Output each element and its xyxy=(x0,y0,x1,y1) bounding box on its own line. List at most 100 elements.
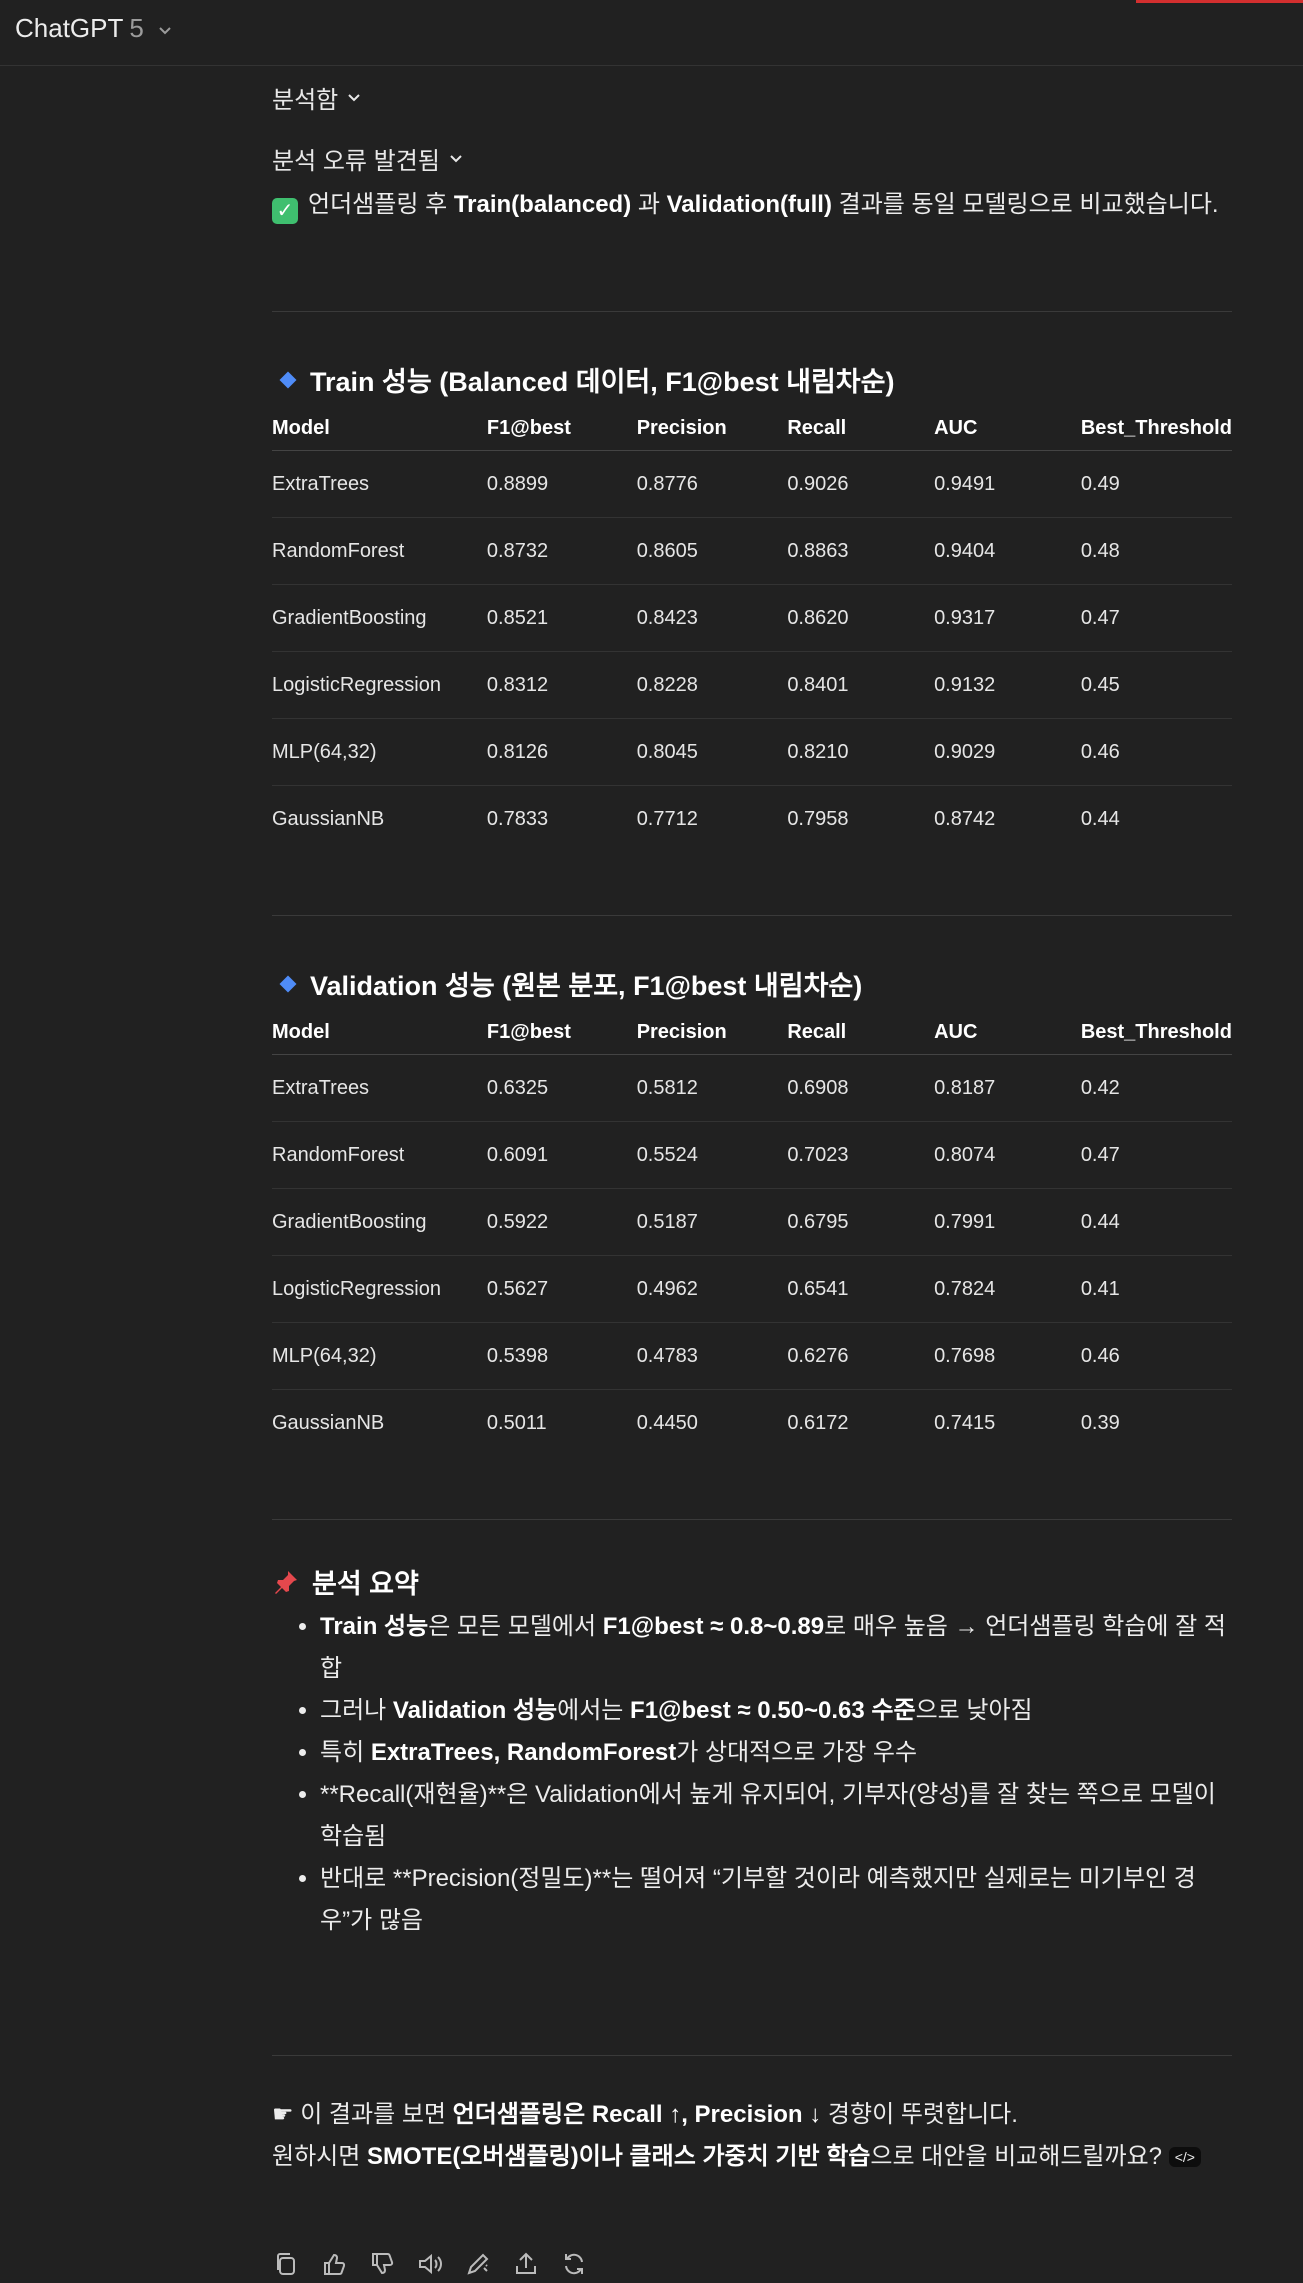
edit-icon[interactable] xyxy=(464,2250,492,2278)
read-aloud-icon[interactable] xyxy=(416,2250,444,2278)
table-row: GradientBoosting 0.8521 0.8423 0.8620 0.9317… xyxy=(272,584,1232,652)
analysis-toggle-label: 분석함 xyxy=(272,86,339,114)
metric-cell: 0.7023 xyxy=(787,1121,935,1189)
chevron-down-icon xyxy=(348,94,360,102)
metric-cell: 0.8742 xyxy=(934,807,996,830)
blue-diamond-icon xyxy=(279,975,297,992)
metric-cell: 0.6276 xyxy=(787,1322,935,1390)
column-header: Recall xyxy=(787,406,935,451)
metric-cell: 0.47 xyxy=(1080,1121,1232,1189)
bold-text: ExtraTrees, RandomForest xyxy=(370,1739,677,1766)
pushpin-icon xyxy=(275,1570,297,1594)
analysis-error-toggle[interactable]: 분석 오류 발견됨 xyxy=(272,138,464,178)
metric-cell: 0.49 xyxy=(1080,450,1232,518)
copy-icon[interactable] xyxy=(272,2250,300,2278)
metric-cell: 0.44 xyxy=(1080,1188,1232,1256)
top-accent-bar xyxy=(1136,0,1303,3)
metric-cell: 0.48 xyxy=(1080,517,1232,585)
metric-cell: 0.5922 xyxy=(486,1188,637,1256)
metric-cell: 0.4450 xyxy=(636,1411,698,1434)
text: 에서는 xyxy=(557,1697,631,1724)
metric-cell: 0.6091 xyxy=(486,1121,637,1189)
summary-title: 분석 요약 xyxy=(272,1562,419,1601)
chevron-down-icon xyxy=(450,155,462,163)
divider xyxy=(272,2055,1232,2056)
list-item: **Recall(재현율)**은 Validation에서 높게 유지되어, 기… xyxy=(320,1774,1232,1858)
column-header: Recall xyxy=(787,1010,935,1055)
metric-cell: 0.7824 xyxy=(934,1255,1081,1323)
thumbs-down-icon[interactable] xyxy=(368,2250,396,2278)
closing-paragraph: ☛ 이 결과를 보면 언더샘플링은 Recall ↑, Precision ↓ … xyxy=(272,2094,1232,2178)
intro-text: 과 xyxy=(631,191,667,218)
intro-bold: Validation(full) xyxy=(666,191,832,218)
analysis-error-label: 분석 오류 발견됨 xyxy=(272,147,440,175)
metric-cell: 0.5187 xyxy=(636,1188,788,1256)
list-item: Train 성능은 모든 모델에서 F1@best ≈ 0.8~0.89로 매우… xyxy=(320,1606,1232,1690)
metric-cell: 0.6908 xyxy=(787,1054,935,1122)
column-header: AUC xyxy=(934,406,1081,451)
metric-cell: 0.8863 xyxy=(787,517,935,585)
metric-cell: 0.7712 xyxy=(636,807,698,830)
model-name-cell: LogisticRegression xyxy=(272,1255,487,1323)
metric-cell: 0.8126 xyxy=(486,718,637,786)
metric-cell: 0.41 xyxy=(1080,1255,1232,1323)
thumbs-up-icon[interactable] xyxy=(320,2250,348,2278)
metric-cell: 0.46 xyxy=(1080,1322,1232,1390)
text: 경향이 뚜렷합니다. xyxy=(821,2101,1018,2128)
regenerate-icon[interactable] xyxy=(560,2250,588,2278)
validation-title-text: Validation 성능 (원본 분포, F1@best 내림차순) xyxy=(310,971,863,1001)
metric-cell: 0.9029 xyxy=(934,718,1081,786)
summary-title-text: 분석 요약 xyxy=(312,1569,419,1599)
table-row: RandomForest 0.8732 0.8605 0.8863 0.9404 0.48 xyxy=(272,517,1232,585)
metric-cell: 0.4783 xyxy=(636,1322,788,1390)
bold-text: SMOTE(오버샘플링)이나 클래스 가중치 기반 학습 xyxy=(367,2143,871,2170)
metric-cell: 0.46 xyxy=(1080,718,1232,786)
metric-cell: 0.42 xyxy=(1080,1054,1232,1122)
metric-cell: 0.7833 xyxy=(486,807,549,830)
metric-cell: 0.7958 xyxy=(787,807,849,830)
analysis-toggle[interactable]: 분석함 xyxy=(272,77,362,117)
list-item: 그러나 Validation 성능에서는 F1@best ≈ 0.50~0.63… xyxy=(320,1690,1232,1732)
metric-cell: 0.7991 xyxy=(934,1188,1081,1256)
model-selector[interactable]: ChatGPT 5 xyxy=(15,13,173,44)
metric-cell: 0.9132 xyxy=(934,651,1081,719)
intro-text: 언더샘플링 후 xyxy=(308,191,454,218)
metric-cell: 0.6541 xyxy=(787,1255,935,1323)
metric-cell: 0.6795 xyxy=(787,1188,935,1256)
metric-cell: 0.8605 xyxy=(636,517,788,585)
metric-cell: 0.9026 xyxy=(787,450,935,518)
metric-cell: 0.8187 xyxy=(934,1054,1081,1122)
share-icon[interactable] xyxy=(512,2250,540,2278)
metric-cell: 0.8776 xyxy=(636,450,788,518)
blue-diamond-icon xyxy=(279,371,297,388)
bold-text: F1@best ≈ 0.50~0.63 수준 xyxy=(630,1697,916,1724)
column-header: Model xyxy=(272,1010,487,1055)
metric-cell: 0.8210 xyxy=(787,718,935,786)
metric-cell: 0.8899 xyxy=(486,450,637,518)
metric-cell: 0.5812 xyxy=(636,1054,788,1122)
column-header: Model xyxy=(272,406,487,451)
column-header: Best_Threshold xyxy=(1080,1010,1232,1055)
model-name-cell: GaussianNB xyxy=(272,1411,385,1434)
divider xyxy=(272,1519,1232,1520)
divider xyxy=(272,915,1232,916)
metric-cell: 0.45 xyxy=(1080,651,1232,719)
metric-cell: 0.8074 xyxy=(934,1121,1081,1189)
column-header: Precision xyxy=(636,1010,788,1055)
metric-cell: 0.5011 xyxy=(486,1411,547,1434)
text: 가 상대적으로 가장 우수 xyxy=(676,1739,918,1766)
train-title-text: Train 성능 (Balanced 데이터, F1@best 내림차순) xyxy=(310,367,895,397)
model-name-cell: LogisticRegression xyxy=(272,651,487,719)
list-item: 특히 ExtraTrees, RandomForest가 상대적으로 가장 우수 xyxy=(320,1732,1232,1774)
code-icon[interactable]: </> xyxy=(1168,2147,1201,2167)
table-header-row: Model F1@best Precision Recall AUC Best_… xyxy=(272,406,1232,451)
model-name-cell: GradientBoosting xyxy=(272,1188,487,1256)
metric-cell: 0.8312 xyxy=(486,651,637,719)
metric-cell: 0.8620 xyxy=(787,584,935,652)
divider xyxy=(272,311,1232,312)
bold-text: F1@best ≈ 0.8~0.89 xyxy=(602,1613,825,1640)
pointing-hand-icon: ☛ xyxy=(272,2101,294,2128)
model-name-cell: GaussianNB xyxy=(272,807,385,830)
metric-cell: 0.8045 xyxy=(636,718,788,786)
bold-text: Validation 성능 xyxy=(392,1697,558,1724)
